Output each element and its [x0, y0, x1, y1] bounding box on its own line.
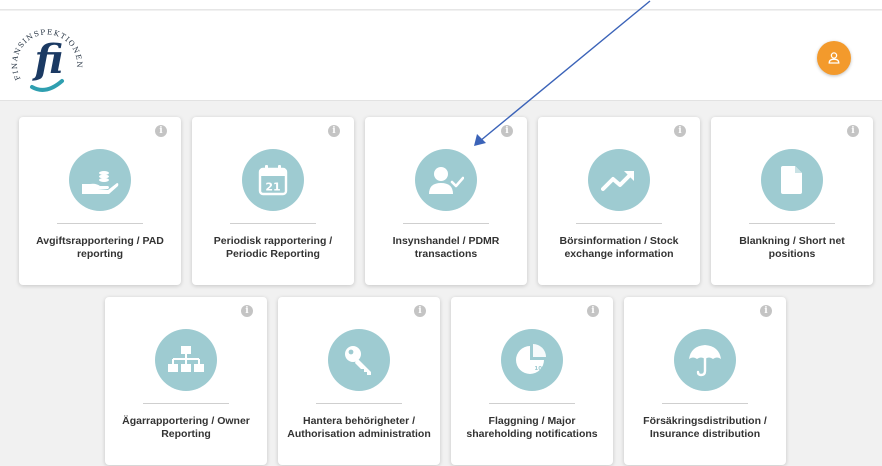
tile-label: Ägarrapportering / Owner Reporting — [122, 415, 250, 440]
tile-label: Blankning / Short net positions — [739, 235, 845, 260]
tile-icon-circle — [69, 149, 131, 211]
tile-short-net-positions[interactable]: i Blankning / Short net positions — [711, 117, 873, 285]
tile-icon-circle: 21 — [242, 149, 304, 211]
divider — [316, 403, 402, 404]
org-chart-icon — [168, 346, 204, 372]
tile-label: Insynshandel / PDMR transactions — [392, 235, 500, 260]
top-strip — [0, 0, 882, 10]
tile-periodic-reporting[interactable]: i 21 Periodisk rapportering / Periodic R… — [192, 117, 354, 285]
document-icon — [781, 166, 802, 194]
umbrella-icon — [689, 345, 721, 377]
tile-insurance-distribution[interactable]: i Försäkringsdistribution / Insurance di… — [624, 297, 786, 465]
tile-label: Försäkringsdistribution / Insurance dist… — [643, 415, 767, 440]
tile-owner-reporting[interactable]: i Ägarrapportering / Owner Reporting — [105, 297, 267, 465]
divider — [143, 403, 229, 404]
tile-major-shareholding-notifications[interactable]: i 10% Flaggning / Major shareholding not… — [451, 297, 613, 465]
header: FINANSINSPEKTIONEN fi — [0, 11, 882, 101]
user-avatar-button[interactable] — [817, 41, 851, 75]
divider — [662, 403, 748, 404]
info-icon[interactable]: i — [414, 305, 426, 317]
info-icon[interactable]: i — [587, 305, 599, 317]
divider — [57, 223, 143, 224]
tile-label: Hantera behörigheter / Authorisation adm… — [287, 415, 431, 440]
trend-up-icon — [601, 171, 634, 191]
finansinspektionen-logo[interactable]: FINANSINSPEKTIONEN fi — [10, 15, 88, 97]
pie-chart-icon: 10% — [516, 344, 548, 374]
logo-mark: fi — [31, 36, 63, 83]
info-icon[interactable]: i — [847, 125, 859, 137]
tile-label: Avgiftsrapportering / PAD reporting — [36, 235, 164, 260]
tile-label: Periodisk rapportering / Periodic Report… — [213, 235, 333, 260]
tile-icon-circle — [761, 149, 823, 211]
hand-coins-icon — [82, 171, 119, 194]
info-icon[interactable]: i — [760, 305, 772, 317]
tile-label: Börsinformation / Stock exchange informa… — [559, 235, 679, 260]
user-icon — [828, 52, 840, 64]
divider — [230, 223, 316, 224]
info-icon[interactable]: i — [328, 125, 340, 137]
tile-stock-exchange-information[interactable]: i Börsinformation / Stock exchange infor… — [538, 117, 700, 285]
tile-pdmr-transactions[interactable]: i Insynshandel / PDMR transactions — [365, 117, 527, 285]
divider — [403, 223, 489, 224]
tile-icon-circle — [674, 329, 736, 391]
info-icon[interactable]: i — [155, 125, 167, 137]
tile-icon-circle — [588, 149, 650, 211]
pie-badge-text: 10% — [534, 366, 548, 372]
info-icon[interactable]: i — [674, 125, 686, 137]
tile-authorisation-administration[interactable]: i Hantera behörigheter / Authorisation a… — [278, 297, 440, 465]
divider — [749, 223, 835, 224]
tile-icon-circle — [328, 329, 390, 391]
tile-icon-circle: 10% — [501, 329, 563, 391]
tile-icon-circle — [415, 149, 477, 211]
calendar-icon: 21 — [258, 165, 288, 196]
svg-text:21: 21 — [265, 181, 280, 194]
key-icon — [345, 346, 371, 375]
tile-icon-circle — [155, 329, 217, 391]
info-icon[interactable]: i — [241, 305, 253, 317]
info-icon[interactable]: i — [501, 125, 513, 137]
tile-label: Flaggning / Major shareholding notificat… — [466, 415, 598, 440]
divider — [576, 223, 662, 224]
tile-pad-reporting[interactable]: i Avgiftsrapportering / PAD reporting — [19, 117, 181, 285]
divider — [489, 403, 575, 404]
user-check-icon — [429, 167, 464, 194]
